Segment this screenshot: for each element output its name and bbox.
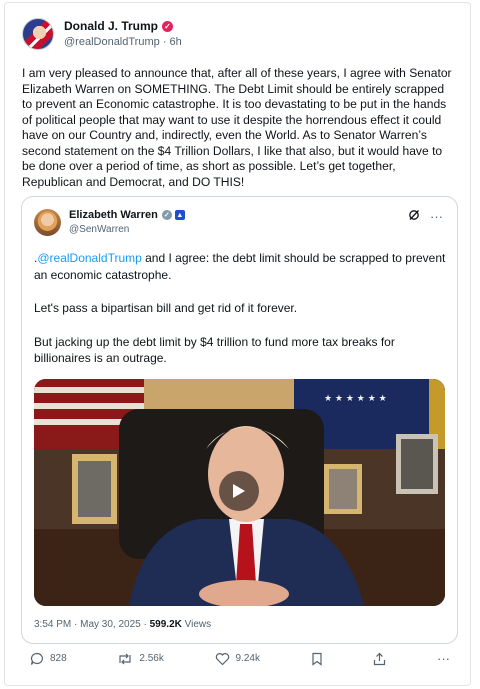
author-name-row: Donald J. Trump ✓ <box>64 19 182 33</box>
quote-text: .@realDonaldTrump and I agree: the debt … <box>34 250 446 384</box>
quote-author-name[interactable]: Elizabeth Warren <box>69 209 158 221</box>
quote-paragraph-3: But jacking up the debt limit by $4 tril… <box>34 334 395 366</box>
author-block: Donald J. Trump ✓ @realDonaldTrump · 6h <box>64 19 182 48</box>
reply-button[interactable]: 828 <box>30 651 67 666</box>
separator: · <box>162 36 167 48</box>
author-handle-row: @realDonaldTrump · 6h <box>64 36 182 48</box>
author-avatar[interactable] <box>22 18 54 50</box>
more-actions-icon: ··· <box>436 651 450 666</box>
more-actions-button[interactable]: ··· <box>437 651 450 666</box>
repost-icon <box>119 653 131 664</box>
quote-metadata: 3:54 PM · May 30, 2025 · 599.2K Views <box>34 619 211 630</box>
quote-author-handle[interactable]: @SenWarren <box>69 224 185 235</box>
repost-button[interactable]: 2.56k <box>117 651 164 666</box>
views-count: 599.2K <box>149 619 182 630</box>
play-icon <box>233 484 245 498</box>
share-button[interactable] <box>373 651 386 666</box>
flag-badge-icon: ▲ <box>174 210 185 220</box>
repost-count: 2.56k <box>139 653 164 664</box>
like-count: 9.24k <box>235 653 260 664</box>
author-handle[interactable]: @realDonaldTrump <box>64 36 160 48</box>
post-time[interactable]: 6h <box>170 36 182 48</box>
quote-name-row: Elizabeth Warren ✓ ▲ <box>69 209 185 221</box>
video-player[interactable]: ★ ★ ★ ★ ★ ★ <box>34 379 445 606</box>
views-label: Views <box>181 619 212 630</box>
quote-avatar[interactable] <box>34 209 61 236</box>
quote-actions: ··· <box>408 209 443 224</box>
post-header: Donald J. Trump ✓ @realDonaldTrump · 6h <box>22 18 182 50</box>
share-icon <box>374 652 386 665</box>
reply-count: 828 <box>50 653 67 664</box>
action-bar: 828 2.56k 9.24k ··· <box>30 651 450 666</box>
reply-icon <box>30 652 43 665</box>
grok-icon[interactable] <box>408 209 420 224</box>
post-body-text: I am very pleased to announce that, afte… <box>22 66 452 189</box>
quote-author-block: Elizabeth Warren ✓ ▲ @SenWarren <box>69 209 185 235</box>
like-icon <box>215 652 229 665</box>
quote-timestamp[interactable]: 3:54 PM · May 30, 2025 · <box>34 619 150 630</box>
mention-link[interactable]: @realDonaldTrump <box>37 251 141 265</box>
like-button[interactable]: 9.24k <box>215 651 260 666</box>
play-button[interactable] <box>219 471 259 511</box>
verified-badge-icon: ✓ <box>162 20 174 32</box>
more-icon[interactable]: ··· <box>430 209 443 224</box>
quote-paragraph-1: .@realDonaldTrump and I agree: the debt … <box>34 251 446 282</box>
quote-paragraph-2: Let's pass a bipartisan bill and get rid… <box>34 301 298 315</box>
bookmark-icon <box>312 652 322 666</box>
svg-text:★ ★ ★ ★ ★ ★: ★ ★ ★ ★ ★ ★ <box>324 394 387 404</box>
grey-check-icon: ✓ <box>161 210 172 220</box>
quoted-post[interactable]: Elizabeth Warren ✓ ▲ @SenWarren ··· .@re… <box>21 196 458 644</box>
author-name[interactable]: Donald J. Trump <box>64 19 158 33</box>
bookmark-button[interactable] <box>311 651 323 666</box>
